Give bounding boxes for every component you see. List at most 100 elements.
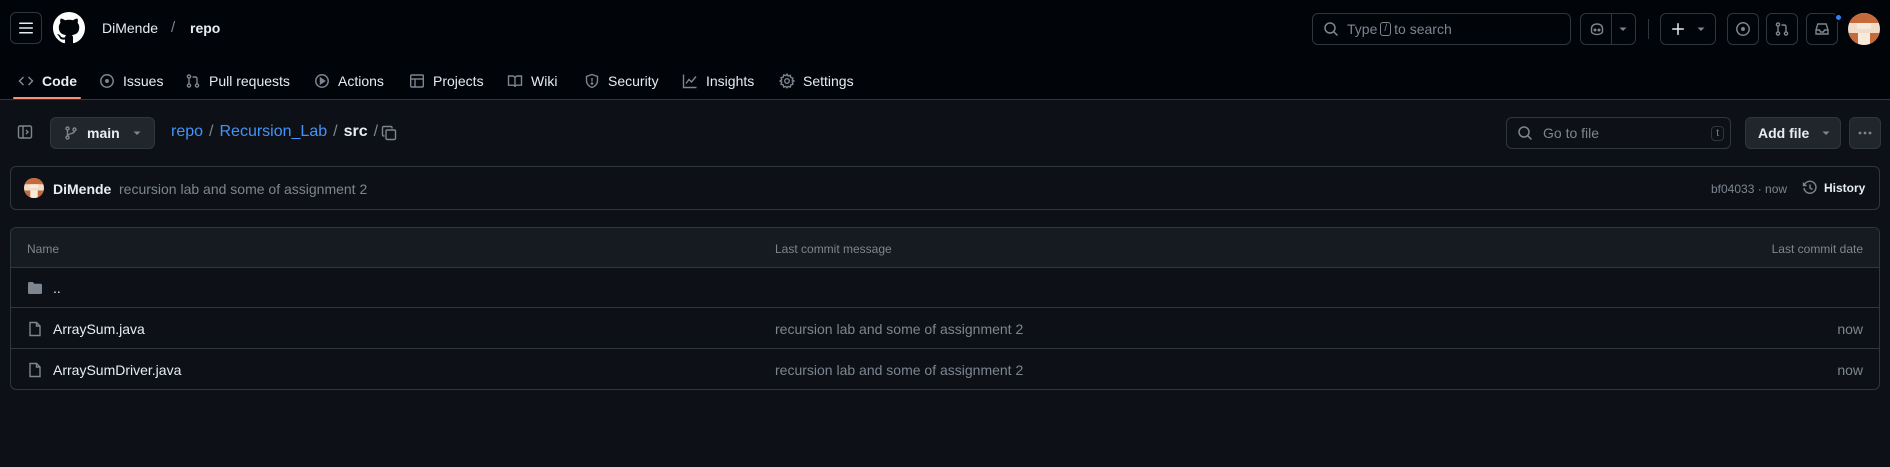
branch-icon [65, 126, 77, 140]
repo-name-link[interactable]: repo [190, 20, 220, 36]
commit-hash-time[interactable]: bf04033 · now [1711, 182, 1787, 196]
graph-icon [682, 74, 697, 88]
history-button[interactable]: History [1802, 180, 1865, 196]
search-icon [1324, 22, 1339, 37]
tab-label: Issues [123, 72, 164, 89]
kebab-horizontal-icon [1858, 131, 1872, 135]
copy-path-icon[interactable] [381, 125, 397, 141]
breadcrumb-separator: / [209, 123, 214, 140]
copilot-icon [1590, 23, 1603, 36]
file-icon [29, 362, 41, 378]
file-name-link[interactable]: ArraySumDriver.java [53, 362, 181, 378]
branch-selector[interactable]: main [50, 117, 155, 149]
breadcrumb-repo-link[interactable]: repo [171, 123, 203, 141]
file-commit-date: now [1837, 321, 1863, 337]
inbox-icon [1815, 23, 1829, 35]
breadcrumb-separator: / [373, 123, 379, 140]
tab-actions[interactable]: Actions [314, 61, 384, 100]
chevron-down-icon [1697, 27, 1705, 31]
file-table: Name Last commit message Last commit dat… [10, 227, 1880, 390]
breadcrumb-current: src [343, 123, 368, 140]
tab-wiki[interactable]: Wiki [507, 61, 557, 100]
shield-icon [585, 73, 599, 88]
notification-indicator [1834, 13, 1843, 22]
breadcrumb-separator: / [333, 123, 338, 140]
parent-directory-link[interactable]: .. [53, 280, 61, 296]
issue-icon [100, 73, 114, 88]
header-divider [1648, 19, 1649, 39]
breadcrumb-folder-link[interactable]: Recursion_Lab [219, 123, 327, 141]
plus-icon [1672, 23, 1684, 35]
chevron-down-icon [1822, 131, 1830, 135]
global-search-input[interactable]: Type / to search [1312, 13, 1571, 45]
column-name-header: Name [27, 242, 60, 256]
copilot-button[interactable] [1580, 13, 1636, 45]
add-file-label: Add file [1758, 125, 1810, 141]
pull-request-icon [1775, 22, 1789, 36]
tab-issues[interactable]: Issues [99, 61, 163, 100]
repo-nav-tabs: Code Issues Pull requests Actions Projec… [0, 61, 1890, 100]
commit-author-avatar[interactable] [24, 178, 44, 198]
tab-security[interactable]: Security [584, 61, 659, 100]
chevron-down-icon [1619, 27, 1626, 31]
issues-button[interactable] [1727, 13, 1759, 45]
history-label: History [1824, 181, 1866, 195]
go-to-file-placeholder: Go to file [1543, 125, 1600, 141]
file-commit-message[interactable]: recursion lab and some of assignment 2 [775, 362, 1023, 378]
chevron-down-icon [133, 131, 141, 135]
latest-commit-bar: DiMende recursion lab and some of assign… [10, 166, 1880, 210]
tab-label: Security [608, 72, 659, 89]
search-icon [1518, 126, 1533, 141]
tab-label: Wiki [531, 72, 558, 89]
tab-projects[interactable]: Projects [409, 61, 484, 100]
file-name-link[interactable]: ArraySum.java [53, 321, 145, 337]
tab-label: Actions [338, 72, 384, 89]
sidebar-toggle-icon[interactable] [17, 124, 33, 140]
issue-icon [1736, 22, 1750, 36]
path-separator: / [171, 19, 176, 36]
gear-icon [779, 72, 795, 89]
global-header: DiMende / repo Type / to search Code Iss… [0, 0, 1890, 100]
create-new-button[interactable] [1660, 13, 1716, 45]
more-options-button[interactable] [1849, 117, 1881, 149]
go-to-file-shortcut: t [1711, 126, 1724, 141]
tab-code[interactable]: Code [18, 61, 77, 100]
table-row[interactable]: ArraySumDriver.java recursion lab and so… [11, 350, 1879, 389]
table-row[interactable]: ArraySum.java recursion lab and some of … [11, 309, 1879, 349]
history-icon [1802, 180, 1817, 194]
user-avatar[interactable] [1848, 13, 1880, 45]
add-file-button[interactable]: Add file [1745, 117, 1841, 149]
search-shortcut-key: / [1380, 22, 1392, 36]
repo-owner-link[interactable]: DiMende [102, 20, 158, 36]
go-to-file-input[interactable]: Go to file t [1506, 117, 1731, 149]
pull-requests-button[interactable] [1766, 13, 1798, 45]
file-commit-message[interactable]: recursion lab and some of assignment 2 [775, 321, 1023, 337]
menu-button[interactable] [10, 12, 42, 44]
table-header: Name Last commit message Last commit dat… [11, 228, 1879, 268]
tab-insights[interactable]: Insights [682, 61, 754, 100]
tab-label: Pull requests [209, 72, 290, 89]
avatar-image-icon [1848, 13, 1880, 45]
tab-pull-requests[interactable]: Pull requests [185, 61, 290, 100]
parent-directory-row[interactable]: .. [11, 268, 1879, 308]
search-prefix-text: Type [1347, 21, 1378, 37]
file-icon [29, 321, 41, 337]
commit-author[interactable]: DiMende [53, 181, 111, 197]
code-icon [18, 75, 34, 86]
pull-request-icon [186, 73, 200, 88]
active-tab-indicator [13, 97, 81, 99]
column-date-header: Last commit date [1771, 242, 1863, 256]
tab-settings[interactable]: Settings [779, 61, 854, 100]
hamburger-icon [19, 22, 33, 34]
folder-icon [28, 282, 42, 294]
book-icon [507, 74, 523, 87]
play-icon [315, 73, 329, 88]
table-icon [410, 73, 425, 88]
tab-label: Insights [706, 72, 755, 89]
search-suffix-text: to search [1394, 21, 1452, 37]
tab-label: Code [42, 72, 77, 89]
tab-label: Settings [803, 72, 854, 89]
avatar-image-icon [24, 178, 44, 198]
commit-message[interactable]: recursion lab and some of assignment 2 [119, 181, 367, 197]
github-logo-icon[interactable] [53, 12, 85, 44]
